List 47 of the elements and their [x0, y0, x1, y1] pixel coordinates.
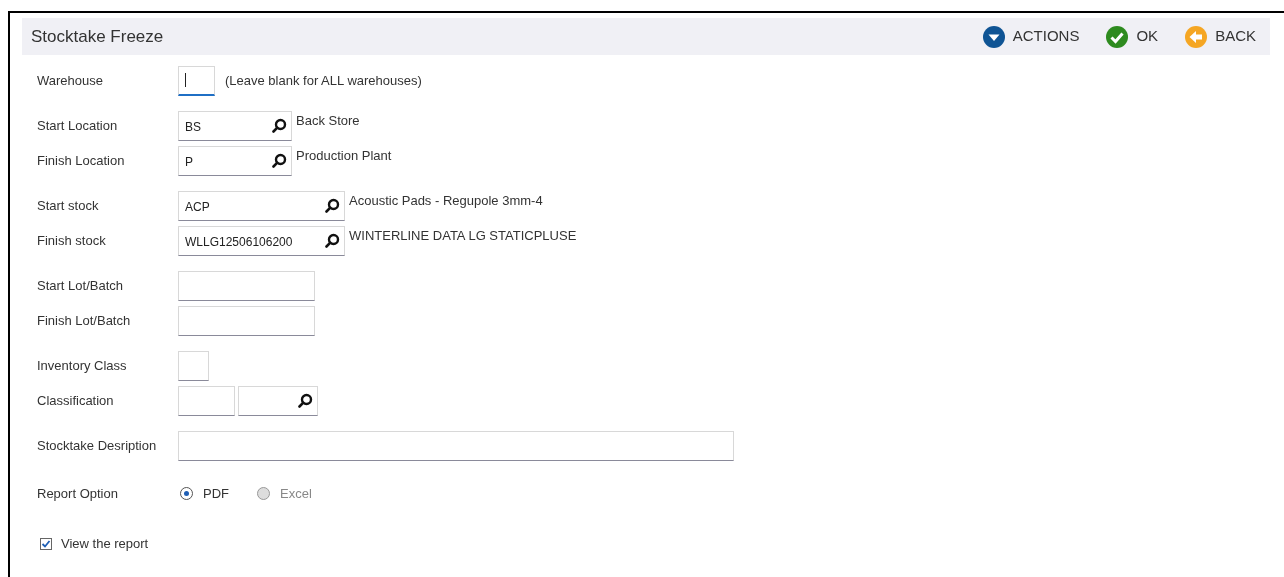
lookup-description: WINTERLINE DATA LG STATICPLUSE [349, 227, 577, 245]
field-label: Inventory Class [37, 356, 128, 375]
check-icon [1106, 25, 1129, 48]
field-value: BS [185, 119, 201, 136]
lookup-field[interactable]: BS [178, 110, 292, 141]
caret-down-icon [982, 25, 1005, 48]
input-field[interactable] [178, 350, 209, 381]
arrow-left-icon [1185, 25, 1208, 48]
field-label: Classification [37, 391, 115, 410]
lookup-field[interactable]: ACP [178, 190, 345, 221]
lookup-field[interactable]: WLLG12506106200 [178, 225, 345, 256]
header-action-button[interactable]: BACK [1185, 25, 1256, 48]
input-field[interactable] [178, 430, 734, 461]
search-icon[interactable] [325, 198, 340, 213]
field-label: Stocktake Desription [37, 436, 158, 455]
input-field[interactable] [178, 385, 235, 416]
field-label: Finish stock [37, 231, 107, 250]
input-field[interactable] [178, 305, 315, 336]
lookup-description: Back Store [296, 112, 360, 130]
lookup-description: Production Plant [296, 147, 392, 165]
checkbox-option[interactable]: View the report [40, 533, 149, 554]
lookup-description: Acoustic Pads - Regupole 3mm-4 [349, 192, 543, 210]
radio-option[interactable]: Excel [257, 483, 312, 504]
field-label: Report Option [37, 484, 119, 503]
lookup-field[interactable] [238, 385, 318, 416]
search-icon[interactable] [325, 233, 340, 248]
page-title: Stocktake Freeze [31, 25, 164, 48]
field-label: Finish Location [37, 151, 126, 170]
field-label: Start stock [37, 196, 100, 215]
field-value: ACP [185, 199, 210, 216]
radio-option[interactable]: PDF [180, 483, 229, 504]
search-icon[interactable] [272, 118, 287, 133]
header-action-button[interactable]: ACTIONS [982, 25, 1080, 48]
field-value: WLLG12506106200 [185, 234, 293, 251]
field-value: P [185, 154, 193, 171]
lookup-field[interactable]: P [178, 145, 292, 176]
field-label: Warehouse [37, 71, 104, 90]
field-label: Start Lot/Batch [37, 276, 124, 295]
input-field[interactable] [178, 270, 315, 301]
search-icon[interactable] [298, 393, 313, 408]
field-hint: (Leave blank for ALL warehouses) [225, 71, 422, 90]
input-field[interactable] [178, 65, 215, 96]
check-icon [41, 538, 51, 549]
search-icon[interactable] [272, 153, 287, 168]
header-action-button[interactable]: OK [1106, 25, 1159, 48]
field-label: Finish Lot/Batch [37, 311, 132, 330]
field-label: Start Location [37, 116, 119, 135]
